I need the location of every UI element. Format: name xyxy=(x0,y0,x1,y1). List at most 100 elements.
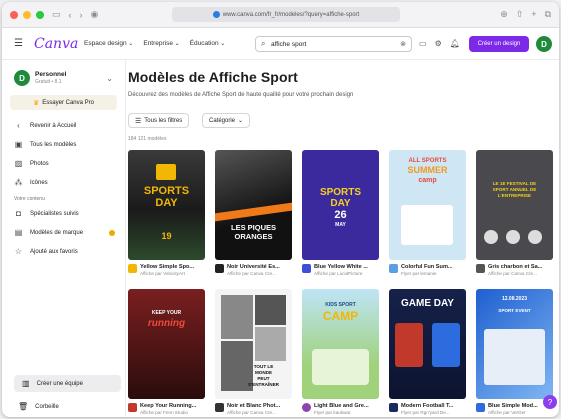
canva-logo[interactable]: Canva xyxy=(34,36,82,52)
sidebar-item-photos[interactable]: ▨ Photos xyxy=(10,154,117,173)
search-query[interactable]: affiche sport xyxy=(271,41,400,48)
nav-espace-design[interactable]: Espace design xyxy=(84,40,133,47)
template-card[interactable]: KIDS SPORT CAMP Light Blue and Gre... Fl… xyxy=(302,289,379,417)
all-filters-label: Tous les filtres xyxy=(144,117,183,124)
trash-link[interactable]: 🗑︎ Corbeille xyxy=(18,402,59,411)
sidebar-item-label: Icônes xyxy=(30,179,48,186)
template-card[interactable]: KEEP YOUR running Keep Your Running... A… xyxy=(128,289,205,417)
sidebar-item-templates[interactable]: ▣ Tous les modèles xyxy=(10,135,117,154)
sidebar-item-followed[interactable]: ◘ Spécialistes suivis xyxy=(10,204,117,223)
template-thumbnail[interactable]: ALL SPORTS SUMMER camp xyxy=(389,150,466,260)
create-design-button[interactable]: Créer un design xyxy=(469,36,529,52)
sidebar-item-icons[interactable]: ⁂ Icônes xyxy=(10,173,117,192)
card-author: Affiche par Canva Cre... xyxy=(488,271,537,276)
template-card[interactable]: 12.08.2023 SPORT EVENT Blue Simple Mod..… xyxy=(476,289,553,417)
template-thumbnail[interactable]: KEEP YOUR running xyxy=(128,289,205,399)
sidebar: D Personnel Gratuit • 8.1 ⌄ ♛ Essayer Ca… xyxy=(2,60,126,417)
thumb-text: CAMP xyxy=(322,309,359,323)
search-input[interactable]: ⌕ affiche sport ⊗ xyxy=(255,36,412,52)
thumb-text: SUMMER xyxy=(407,165,448,175)
category-dropdown[interactable]: Catégorie ⌄ xyxy=(202,113,251,128)
card-author: Affiche par VelocityArt xyxy=(140,271,185,276)
minimize-window-button[interactable] xyxy=(23,10,31,19)
sidebar-item-label: Modèles de marque xyxy=(30,229,84,236)
card-meta: Yellow Simple Spo... Affiche par Velocit… xyxy=(128,264,205,276)
template-thumbnail[interactable]: LES PIQUES ORANGES xyxy=(215,150,292,260)
card-meta: Gris charbon et Sa... Affiche par Canva … xyxy=(476,264,553,276)
template-thumbnail[interactable]: LE 1E FESTIVAL DE SPORT ANNUEL DE L'ENTR… xyxy=(476,150,553,260)
page-description: Découvrez des modèles de Affiche Sport d… xyxy=(128,92,354,98)
template-icon: ▣ xyxy=(14,140,23,149)
tabs-overview-icon[interactable]: ⧉ xyxy=(545,9,551,20)
thumb-text: running xyxy=(147,318,186,329)
sidebar-item-brand-templates[interactable]: ▤ Modèles de marque xyxy=(10,223,117,242)
template-card[interactable]: LE 1E FESTIVAL DE SPORT ANNUEL DE L'ENTR… xyxy=(476,150,553,289)
template-thumbnail[interactable]: KIDS SPORT CAMP xyxy=(302,289,379,399)
creator-logo xyxy=(389,264,398,273)
sidebar-item-label: Ajouté aux favoris xyxy=(30,248,78,255)
card-author: Affiche par Canva Cre... xyxy=(227,271,276,276)
back-arrow-icon[interactable]: ‹ xyxy=(69,10,72,20)
thumb-text: SPORTS xyxy=(319,187,362,198)
team-icon: ▥ xyxy=(22,379,30,388)
help-button[interactable]: ? xyxy=(543,395,557,409)
close-window-button[interactable] xyxy=(10,10,18,19)
thumb-text: 19 xyxy=(161,231,172,241)
chevron-left-icon: ‹ xyxy=(17,121,20,130)
nav-entreprise[interactable]: Entreprise xyxy=(143,40,179,47)
player-left xyxy=(395,323,423,367)
create-team-button[interactable]: ▥ Créer une équipe xyxy=(14,375,121,392)
card-meta: Light Blue and Gre... Flyer par kautiwat xyxy=(302,403,379,415)
address-bar[interactable]: www.canva.com/fr_fr/modeles/?query=affic… xyxy=(172,7,400,22)
sidebar-item-label: Photos xyxy=(30,160,49,167)
template-card[interactable]: GAME DAY Modern Football T... Flyer par … xyxy=(389,289,466,417)
nav-education[interactable]: Éducation xyxy=(190,40,226,47)
thumb-text: KIDS SPORT xyxy=(325,302,356,308)
sidebar-toggle-icon[interactable]: ▭ xyxy=(52,9,61,20)
clear-search-icon[interactable]: ⊗ xyxy=(400,40,406,48)
zoom-window-button[interactable] xyxy=(36,10,44,19)
creator-logo xyxy=(215,264,224,273)
account-avatar: D xyxy=(14,70,30,86)
template-card[interactable]: SPORTS DAY 26 MAY Blue Yellow White ... … xyxy=(302,150,379,289)
card-title: Blue Yellow White ... xyxy=(314,264,368,270)
sidebar-item-label: Tous les modèles xyxy=(30,141,77,148)
avatar[interactable]: D xyxy=(536,36,552,52)
template-card[interactable]: SPORTS DAY 19 Yellow Simple Spo... Affic… xyxy=(128,150,205,289)
all-filters-button[interactable]: ☰ Tous les filtres xyxy=(128,113,190,128)
share-icon[interactable]: ⇧ xyxy=(516,9,524,20)
thumb-text: GAME DAY xyxy=(401,298,454,309)
brand-icon: ▤ xyxy=(14,228,23,237)
template-grid: SPORTS DAY 19 Yellow Simple Spo... Affic… xyxy=(128,150,558,417)
template-card[interactable]: LES PIQUES ORANGES Noir Université Es...… xyxy=(215,150,292,289)
template-card[interactable]: TOUT LE MONDE PEUT S'ENTRAÎNER Noir et B… xyxy=(215,289,292,417)
account-switcher[interactable]: D Personnel Gratuit • 8.1 ⌄ xyxy=(10,66,117,90)
new-tab-icon[interactable]: + xyxy=(531,9,536,20)
template-card[interactable]: ALL SPORTS SUMMER camp Colorful Fun Sum.… xyxy=(389,150,466,289)
privacy-shield-icon[interactable]: ◉ xyxy=(91,9,99,20)
settings-icon[interactable]: ⚙ xyxy=(435,39,442,48)
back-home-link[interactable]: ‹ Revenir à Accueil xyxy=(10,116,117,135)
trash-icon: 🗑︎ xyxy=(18,402,29,411)
site-icon xyxy=(212,11,220,18)
thumb-text: 12.08.2023 xyxy=(501,296,528,302)
canva-header: ☰ Canva Espace design Entreprise Éducati… xyxy=(2,28,559,60)
kids-illustration xyxy=(312,349,369,385)
photo-tile xyxy=(255,295,286,325)
download-icon[interactable]: ⊕ xyxy=(500,9,508,20)
try-pro-button[interactable]: ♛ Essayer Canva Pro xyxy=(10,95,117,110)
card-meta: Colorful Fun Sum... Flyer par lemanie xyxy=(389,264,466,276)
menu-icon[interactable]: ☰ xyxy=(14,38,28,49)
shapes-icon: ⁂ xyxy=(14,178,23,187)
template-thumbnail[interactable]: SPORTS DAY 19 xyxy=(128,150,205,260)
sidebar-item-favorites[interactable]: ☆ Ajouté aux favoris xyxy=(10,242,117,261)
forward-arrow-icon[interactable]: › xyxy=(80,10,83,20)
card-author: Flyer par lemanie xyxy=(401,271,437,276)
template-thumbnail[interactable]: TOUT LE MONDE PEUT S'ENTRAÎNER xyxy=(215,289,292,399)
bell-icon[interactable]: 🔔︎ xyxy=(450,39,460,48)
template-thumbnail[interactable]: GAME DAY xyxy=(389,289,466,399)
monitor-icon[interactable]: ▭ xyxy=(419,39,427,48)
create-team-label: Créer une équipe xyxy=(36,380,83,387)
template-thumbnail[interactable]: SPORTS DAY 26 MAY xyxy=(302,150,379,260)
template-thumbnail[interactable]: 12.08.2023 SPORT EVENT xyxy=(476,289,553,399)
